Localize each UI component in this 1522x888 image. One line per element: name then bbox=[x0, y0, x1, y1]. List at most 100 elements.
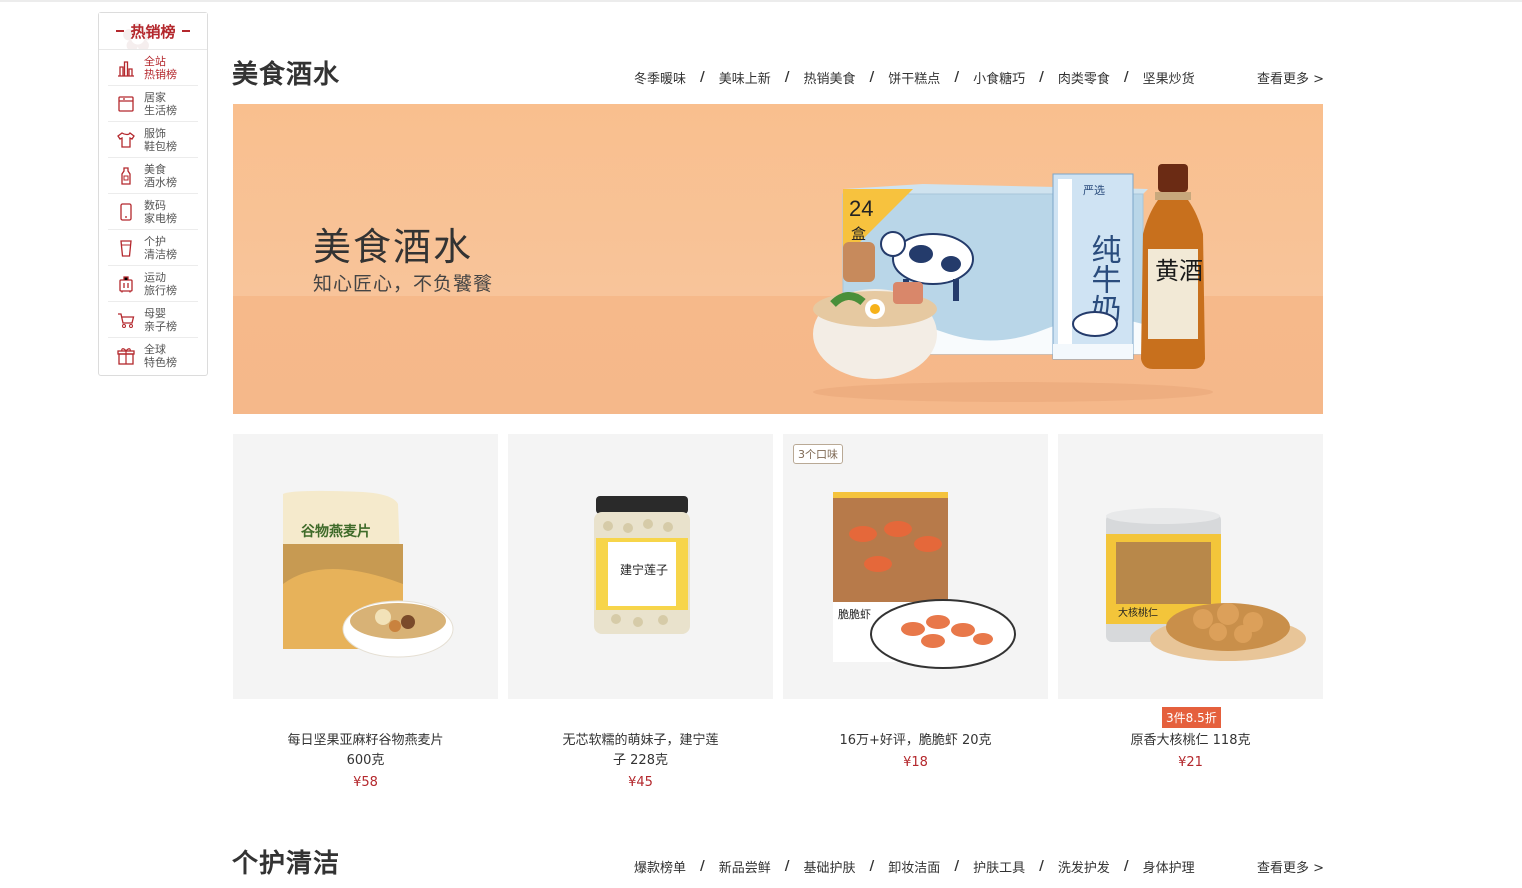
section-tab[interactable]: 基础护肤 bbox=[804, 857, 856, 876]
banner-title: 美食酒水 bbox=[313, 225, 474, 269]
shirt-icon bbox=[117, 131, 135, 148]
luggage-icon bbox=[119, 275, 133, 292]
sidebar-item-4[interactable]: 数码 家电榜 bbox=[108, 194, 198, 230]
top-divider bbox=[0, 0, 1522, 2]
product-card[interactable]: 建宁莲子 无芯软糯的萌妹子，建宁莲子 228克 ¥45 bbox=[508, 434, 773, 804]
tab-separator: / bbox=[1039, 859, 1044, 874]
product-name[interactable]: 无芯软糯的萌妹子，建宁莲子 228克 bbox=[508, 731, 773, 771]
section-tab[interactable]: 卸妆洁面 bbox=[888, 857, 940, 876]
product-image-frame[interactable]: 脆脆虾 3个口味 bbox=[783, 434, 1048, 699]
pack-label: 谷物燕麦片 bbox=[301, 523, 371, 540]
sidebar-item-7[interactable]: 母婴 亲子榜 bbox=[108, 302, 198, 338]
sidebar-item-3[interactable]: 美食 酒水榜 bbox=[108, 158, 198, 194]
product-image-frame[interactable]: 大核桃仁 bbox=[1058, 434, 1323, 699]
milk-label: 纯牛奶 bbox=[1086, 234, 1121, 324]
sidebar-title: 热销榜 bbox=[130, 22, 176, 41]
tab-separator: / bbox=[700, 859, 705, 874]
product-image: 脆脆虾 bbox=[833, 492, 1016, 669]
bar-chart-icon bbox=[118, 60, 134, 77]
product-price: ¥18 bbox=[903, 755, 928, 770]
tab-separator: / bbox=[784, 70, 790, 85]
header-dash-left bbox=[116, 30, 125, 32]
hot-ranking-sidebar: ✿ 热销榜 全站 热销榜 居家 生活榜 服饰 鞋包榜 美食 酒水榜 数码 家电榜 个护 清洁… bbox=[98, 12, 208, 376]
sidebar-item-label: 全球 特色榜 bbox=[144, 343, 177, 369]
product-card[interactable]: 大核桃仁 3件8.5折 原香大核桃仁 118克 ¥21 bbox=[1058, 434, 1323, 804]
banner-products-illustration: 24 盒 严选 纯牛奶 黄酒 bbox=[813, 164, 1213, 402]
product-image: 建宁莲子 bbox=[594, 496, 690, 634]
section-tab[interactable]: 新品尝鲜 bbox=[719, 857, 771, 876]
section-tab[interactable]: 护肤工具 bbox=[973, 857, 1025, 876]
product-price: ¥21 bbox=[1178, 755, 1203, 770]
view-more-link[interactable]: 查看更多 > bbox=[1257, 857, 1324, 876]
promo-badge: 3件8.5折 bbox=[1162, 707, 1221, 728]
banner-subtitle: 知心匠心，不负饕餮 bbox=[313, 273, 494, 295]
sidebar-header: ✿ 热销榜 bbox=[99, 13, 207, 50]
product-name[interactable]: 原香大核桃仁 118克 bbox=[1058, 731, 1323, 751]
sidebar-item-label: 全站 热销榜 bbox=[144, 54, 177, 81]
tab-separator: / bbox=[869, 70, 875, 85]
section-tab[interactable]: 热销美食 bbox=[804, 68, 856, 87]
product-name[interactable]: 16万+好评，脆脆虾 20克 bbox=[783, 731, 1048, 751]
tab-separator: / bbox=[869, 859, 875, 874]
cup-icon bbox=[120, 239, 132, 257]
section-tab[interactable]: 冬季暖味 bbox=[634, 68, 686, 87]
gift-icon bbox=[117, 348, 135, 365]
tab-separator: / bbox=[700, 70, 705, 85]
product-card[interactable]: 脆脆虾 3个口味 16万+好评，脆脆虾 20克 ¥18 bbox=[783, 434, 1048, 804]
sidebar-item-2[interactable]: 服饰 鞋包榜 bbox=[108, 122, 198, 158]
section-tab[interactable]: 身体护理 bbox=[1143, 857, 1195, 876]
section-tab[interactable]: 爆款榜单 bbox=[634, 857, 686, 876]
sidebar-item-1[interactable]: 居家 生活榜 bbox=[108, 86, 198, 122]
tab-separator: / bbox=[784, 859, 790, 874]
sidebar-item-label: 母婴 亲子榜 bbox=[144, 306, 177, 333]
tab-separator: / bbox=[1123, 859, 1129, 874]
section-tab[interactable]: 洗发护发 bbox=[1058, 857, 1110, 876]
sidebar-item-label: 居家 生活榜 bbox=[144, 90, 177, 117]
stroller-icon bbox=[118, 312, 135, 328]
product-image: 大核桃仁 bbox=[1106, 508, 1306, 661]
pack-label: 脆脆虾 bbox=[838, 607, 871, 621]
section-tab[interactable]: 坚果炒货 bbox=[1143, 68, 1195, 87]
section-tabs: 爆款榜单 / 新品尝鲜 / 基础护肤 / 卸妆洁面 / 护肤工具 / 洗发护发 / 身体护理 查看更多 > bbox=[634, 857, 1324, 876]
sidebar-item-label: 数码 家电榜 bbox=[144, 198, 177, 225]
header-dash-right bbox=[181, 30, 190, 32]
product-image-frame[interactable]: 谷物燕麦片 bbox=[233, 434, 498, 699]
milk-brand: 严选 bbox=[1083, 184, 1105, 197]
sidebar-item-6[interactable]: 运动 旅行榜 bbox=[108, 266, 198, 302]
phone-icon bbox=[120, 202, 132, 221]
section-title: 个护清洁 bbox=[232, 849, 341, 879]
box-count-unit: 盒 bbox=[851, 225, 866, 243]
product-name[interactable]: 每日坚果亚麻籽谷物燕麦片600克 bbox=[233, 731, 498, 771]
product-price: ¥58 bbox=[353, 775, 378, 790]
tab-separator: / bbox=[954, 70, 960, 85]
pack-label: 建宁莲子 bbox=[620, 562, 668, 577]
product-image: 谷物燕麦片 bbox=[283, 490, 454, 658]
tab-separator: / bbox=[1039, 70, 1044, 85]
food-banner[interactable]: 美食酒水 知心匠心，不负饕餮 24 盒 严选 纯牛奶 黄酒 bbox=[233, 104, 1323, 414]
section-tab[interactable]: 肉类零食 bbox=[1058, 68, 1110, 87]
section-tabs: 冬季暖味 / 美味上新 / 热销美食 / 饼干糕点 / 小食糖巧 / 肉类零食 / 坚果炒货 查看更多 > bbox=[634, 68, 1324, 87]
sidebar-list: 全站 热销榜 居家 生活榜 服饰 鞋包榜 美食 酒水榜 数码 家电榜 个护 清洁榜 运动 旅行… bbox=[99, 50, 207, 374]
sidebar-item-label: 运动 旅行榜 bbox=[144, 270, 177, 297]
sidebar-item-0[interactable]: 全站 热销榜 bbox=[108, 50, 198, 86]
section-tab[interactable]: 美味上新 bbox=[719, 68, 771, 87]
sidebar-item-label: 美食 酒水榜 bbox=[144, 162, 177, 189]
pack-label: 大核桃仁 bbox=[1118, 606, 1158, 619]
product-image-frame[interactable]: 建宁莲子 bbox=[508, 434, 773, 699]
product-card[interactable]: 谷物燕麦片 每日坚果亚麻籽谷物燕麦片600克 ¥58 bbox=[233, 434, 498, 804]
section-title: 美食酒水 bbox=[232, 60, 341, 90]
flavor-count-badge: 3个口味 bbox=[793, 444, 843, 464]
sidebar-item-5[interactable]: 个护 清洁榜 bbox=[108, 230, 198, 266]
sidebar-item-8[interactable]: 全球 特色榜 bbox=[108, 338, 198, 374]
section-tab[interactable]: 饼干糕点 bbox=[888, 68, 940, 87]
wine-label: 黄酒 bbox=[1155, 257, 1203, 285]
tab-separator: / bbox=[1123, 70, 1129, 85]
sidebar-item-label: 个护 清洁榜 bbox=[144, 234, 177, 261]
box-count-number: 24 bbox=[849, 196, 873, 221]
view-more-link[interactable]: 查看更多 > bbox=[1257, 68, 1324, 87]
sidebar-item-label: 服饰 鞋包榜 bbox=[144, 126, 177, 153]
section-tab[interactable]: 小食糖巧 bbox=[973, 68, 1025, 87]
product-price: ¥45 bbox=[628, 775, 653, 790]
bottle-icon bbox=[121, 166, 131, 185]
cabinet-icon bbox=[118, 95, 134, 112]
